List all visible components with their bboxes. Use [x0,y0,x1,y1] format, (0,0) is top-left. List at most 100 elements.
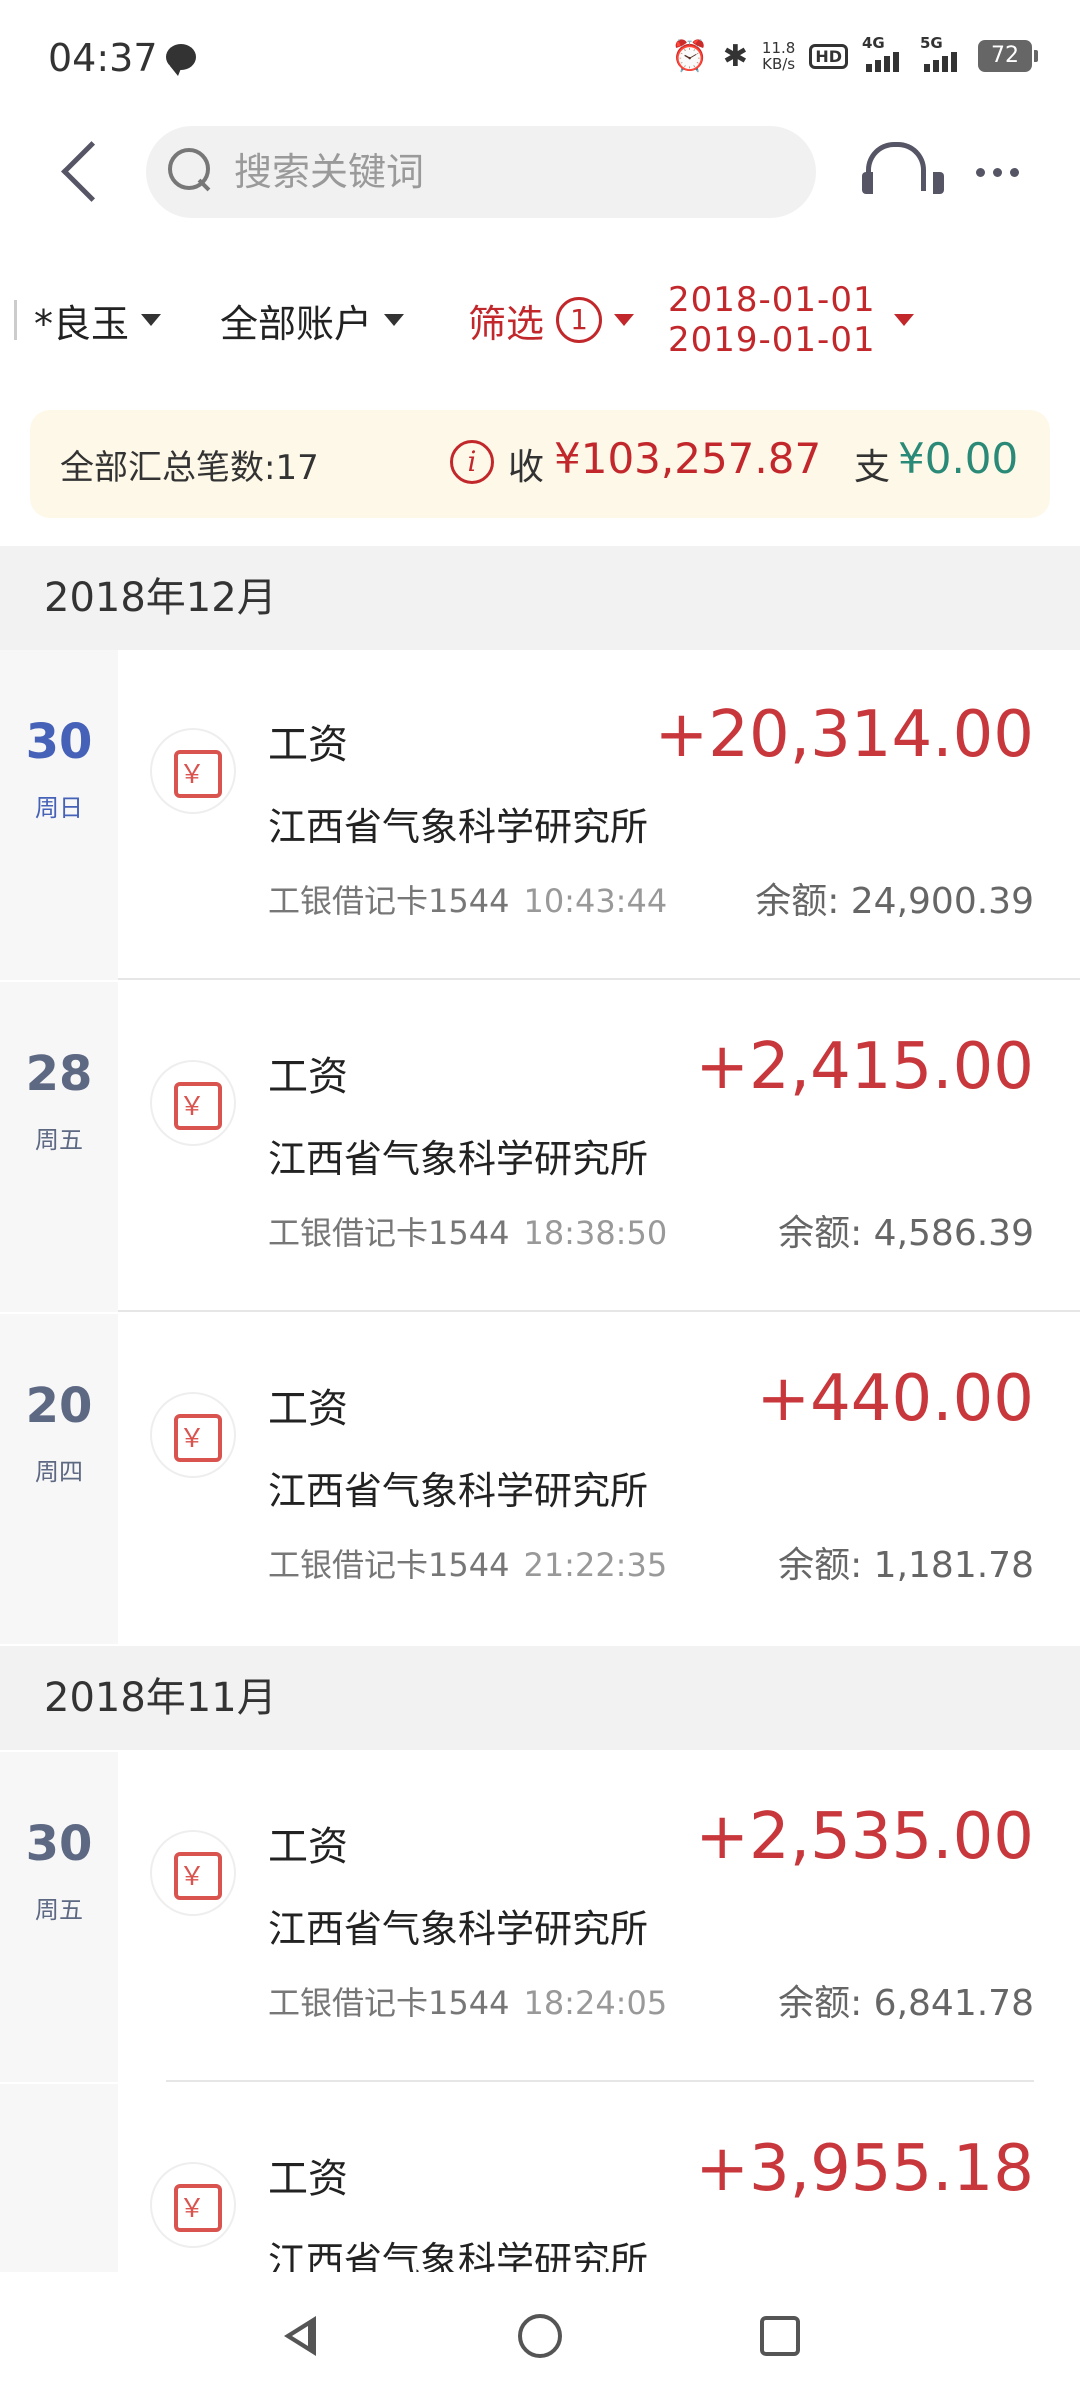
headset-icon[interactable] [858,136,944,208]
date-start: 2018-01-01 [668,280,876,320]
month-header: 2018年12月 [0,546,1080,650]
day-number: 30 [25,1816,93,1872]
transaction-row[interactable]: 30 周五 工资 江西省气象科学研究所 工银借记卡1544 18:24:05 +2… [0,1752,1080,2082]
nav-home-icon[interactable] [518,2314,562,2358]
net-speed: 11.8 KB/s [762,40,795,72]
filter-count-badge: 1 [556,297,603,343]
day-column: 30 周五 [0,1752,118,2082]
day-column: 20 周四 [0,1314,118,1644]
net-speed-unit: KB/s [762,55,796,73]
signal-5g-icon: 5G [920,34,964,72]
search-input[interactable] [234,126,794,218]
caret-down-icon[interactable] [894,314,914,326]
transaction-amount: +3,955.18 [695,2132,1034,2206]
filter-button[interactable]: 筛选 1 [468,292,635,348]
message-notification-icon [166,44,196,76]
salary-icon [150,1830,236,1916]
transaction-account: 工银借记卡1544 [268,1546,510,1584]
salary-icon [150,1060,236,1146]
battery-icon: 72 [978,40,1038,72]
transaction-amount: +20,314.00 [654,698,1034,772]
transaction-category: 工资 [268,1824,348,1870]
transaction-row[interactable]: 28 周五 工资 江西省气象科学研究所 工银借记卡1544 18:38:50 +2… [0,982,1080,1312]
weekday: 周五 [35,1896,83,1924]
row-divider [118,1310,1080,1312]
transaction-account-time: 工银借记卡1544 10:43:44 [268,876,667,922]
transaction-time: 18:24:05 [523,1984,668,2022]
nav-recents-icon[interactable] [760,2316,800,2356]
transaction-category: 工资 [268,1054,348,1100]
account-filter[interactable]: 全部账户 [220,292,405,348]
date-end: 2019-01-01 [668,320,876,360]
income-label: 收 [508,447,545,488]
transaction-payer: 江西省气象科学研究所 [268,1137,649,1181]
signal-4g-icon: 4G [862,34,906,72]
caret-down-icon [384,314,405,326]
filter-label: 筛选 [468,301,545,346]
transaction-row[interactable]: 20 周四 工资 江西省气象科学研究所 工银借记卡1544 21:22:35 +4… [0,1314,1080,1644]
row-divider [118,978,1080,980]
transaction-account: 工银借记卡1544 [268,1984,510,2022]
transaction-time: 18:38:50 [523,1214,668,1252]
expense-total: ¥0.00 [898,434,1019,483]
filter-divider [14,300,17,340]
weekday: 周日 [35,794,83,822]
income-total: ¥103,257.87 [554,434,822,483]
more-icon[interactable] [962,136,1032,208]
salary-icon [150,1392,236,1478]
salary-icon [150,2162,236,2248]
month-header: 2018年11月 [0,1646,1080,1750]
transaction-balance: 余额: 24,900.39 [755,881,1034,922]
back-arrow-icon[interactable] [50,136,120,208]
transaction-category: 工资 [268,722,348,768]
search-bar[interactable] [146,126,816,218]
account-filter-label: 全部账户 [220,301,373,346]
transaction-payer: 江西省气象科学研究所 [268,1907,649,1951]
transaction-row[interactable]: 30 周日 工资 江西省气象科学研究所 工银借记卡1544 10:43:44 +2… [0,650,1080,980]
transaction-payer: 江西省气象科学研究所 [268,1469,649,1513]
filter-bar: *良玉 全部账户 筛选 1 2018-01-01 2019-01-01 [0,270,1080,370]
date-range-picker[interactable]: 2018-01-01 2019-01-01 [668,280,876,360]
day-number: 28 [25,1046,93,1102]
transaction-balance: 余额: 4,586.39 [778,1213,1034,1254]
search-icon [168,148,212,192]
signal-5g-label: 5G [920,34,943,52]
transaction-amount: +2,535.00 [695,1800,1034,1874]
hd-icon: HD [809,43,848,69]
transaction-amount: +2,415.00 [695,1030,1034,1104]
info-icon[interactable]: i [450,440,494,484]
transaction-category: 工资 [268,2156,348,2202]
day-column: 30 周日 [0,650,118,980]
transaction-account-time: 工银借记卡1544 18:38:50 [268,1208,667,1254]
day-column: 28 周五 [0,982,118,1312]
expense-label: 支 [854,447,891,488]
transaction-account: 工银借记卡1544 [268,1214,510,1252]
transaction-category: 工资 [268,1386,348,1432]
weekday: 周四 [35,1458,83,1486]
transaction-time: 10:43:44 [523,882,668,920]
transaction-account-time: 工银借记卡1544 18:24:05 [268,1978,667,2024]
status-bar: 04:37 ⏰ ✱ 11.8 KB/s HD 4G 5G 72 [0,0,1080,112]
member-filter[interactable]: *良玉 [34,292,162,348]
member-filter-label: *良玉 [34,301,130,346]
transaction-payer: 江西省气象科学研究所 [268,805,649,849]
transaction-account-time: 工银借记卡1544 21:22:35 [268,1540,667,1586]
nav-back-icon[interactable] [278,2314,322,2358]
alarm-icon: ⏰ [671,38,709,74]
header [0,112,1080,232]
caret-down-icon [141,314,162,326]
transaction-account: 工银借记卡1544 [268,882,510,920]
bluetooth-icon: ✱ [722,38,748,74]
day-number: 30 [25,714,93,770]
summary-count: 全部汇总笔数:17 [60,448,319,488]
summary-banner: 全部汇总笔数:17 i 收 ¥103,257.87 支 ¥0.00 [30,410,1050,518]
signal-4g-label: 4G [862,34,885,52]
system-nav-bar [0,2272,1080,2400]
salary-icon [150,728,236,814]
weekday: 周五 [35,1126,83,1154]
transaction-amount: +440.00 [756,1362,1034,1436]
caret-down-icon [614,314,635,326]
transaction-balance: 余额: 6,841.78 [778,1983,1034,2024]
transaction-balance: 余额: 1,181.78 [778,1545,1034,1586]
status-icons: ⏰ ✱ 11.8 KB/s HD 4G 5G 72 [671,34,1038,78]
